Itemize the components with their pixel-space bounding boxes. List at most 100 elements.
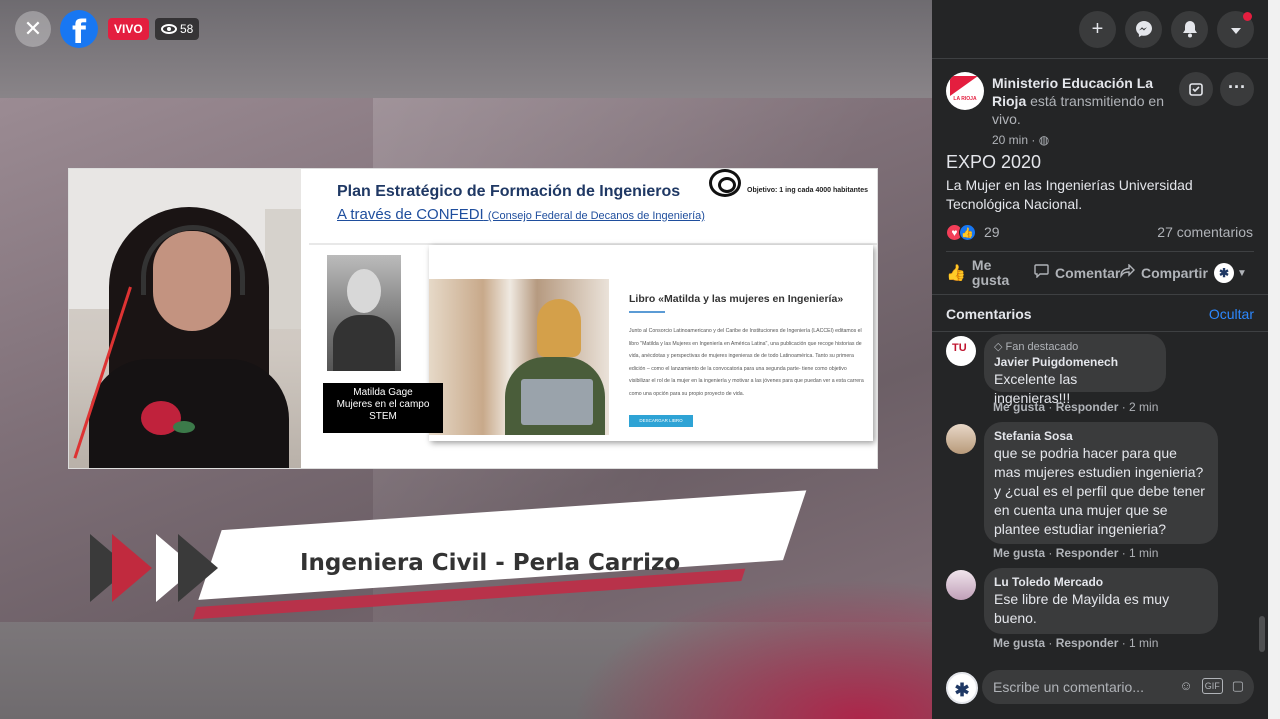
divider	[932, 294, 1268, 295]
audience-selector[interactable]: ✱ ▼	[1214, 256, 1247, 290]
comment-like-link[interactable]: Me gusta	[993, 546, 1045, 560]
plus-icon[interactable]: +	[1079, 11, 1116, 48]
comment-item: Lu Toledo Mercado Ese libre de Mayilda e…	[946, 568, 1246, 658]
like-reaction-icon: 👍	[959, 223, 976, 241]
commenter-avatar[interactable]	[946, 570, 976, 600]
comment-text: Ese libre de Mayilda es muy bueno.	[994, 591, 1170, 626]
bell-icon[interactable]	[1171, 11, 1208, 48]
book-text: Junto al Consorcio Latinoamericano y del…	[629, 328, 864, 397]
student-photo	[429, 279, 609, 435]
comment-reply-link[interactable]: Responder	[1056, 636, 1119, 650]
page-scrollbar[interactable]	[1268, 0, 1280, 719]
lower-third: Ingeniera Civil - Perla Carrizo	[90, 490, 807, 620]
comment-time[interactable]: 2 min	[1129, 400, 1158, 414]
commenter-avatar[interactable]: TU	[946, 336, 976, 366]
caret-down-icon[interactable]	[1217, 11, 1254, 48]
divider	[946, 251, 1254, 252]
close-icon[interactable]: ✕	[15, 11, 51, 47]
sticker-icon[interactable]: ▢	[1232, 678, 1244, 694]
post-actions: 👍 Me gusta Comentar Compartir ✱ ▼	[946, 256, 1254, 292]
live-video-viewer: Plan Estratégico de Formación de Ingenie…	[0, 0, 1280, 719]
comment-like-link[interactable]: Me gusta	[993, 400, 1045, 414]
comment-reply-link[interactable]: Responder	[1056, 546, 1119, 560]
comments-heading: Comentarios	[946, 306, 1032, 322]
comment-bubble: ◇ Fan destacado Javier Puigdomenech Exce…	[984, 334, 1166, 406]
share-label: Compartir	[1141, 265, 1208, 281]
caption-line-1: Matilda Gage	[353, 387, 413, 398]
book-title: Libro «Matilda y las mujeres en Ingenier…	[629, 293, 844, 305]
commenter-avatar[interactable]	[946, 424, 976, 454]
gif-icon[interactable]: GIF	[1201, 678, 1223, 694]
like-button[interactable]: 👍 Me gusta	[946, 256, 1026, 290]
comment-composer: ✱ Escribe un comentario... ☺ GIF ▢	[946, 670, 1254, 706]
post-header: Ministerio Educación La Rioja está trans…	[992, 74, 1172, 128]
user-avatar: ✱	[1214, 263, 1234, 283]
composer-tools: ☺ GIF ▢	[1179, 678, 1244, 694]
reaction-count: 29	[984, 224, 1000, 240]
comment-text: que se podria hacer para que mas mujeres…	[994, 445, 1205, 537]
globe-icon: ◍	[1038, 133, 1050, 147]
share-button[interactable]: Compartir	[1120, 256, 1208, 290]
caret-down-icon: ▼	[1237, 267, 1247, 279]
comment-item: TU ◇ Fan destacado Javier Puigdomenech E…	[946, 334, 1246, 418]
viewer-count: 58	[155, 18, 200, 40]
webcam-feed	[69, 169, 301, 468]
emoji-icon[interactable]: ☺	[1179, 678, 1192, 694]
ellipsis-icon[interactable]: ···	[1220, 72, 1254, 106]
download-book-button: DESCARGAR LIBRO	[629, 415, 693, 427]
comment-icon	[1034, 263, 1049, 283]
comments-scrollbar[interactable]	[1256, 334, 1268, 658]
live-video[interactable]: Plan Estratégico de Formación de Ingenie…	[0, 0, 932, 719]
slide-objective: Objetivo: 1 ing cada 4000 habitantes	[747, 187, 868, 194]
eye-icon	[161, 23, 177, 34]
caption-line-3: STEM	[369, 411, 397, 422]
caption-line-2: Mujeres en el campo	[336, 399, 430, 410]
facebook-logo[interactable]: f	[60, 10, 98, 48]
save-icon[interactable]	[1179, 72, 1213, 106]
thumbs-up-icon: 👍	[946, 264, 966, 282]
chevron-icon	[178, 534, 218, 602]
target-icon	[709, 169, 741, 197]
messenger-icon[interactable]	[1125, 11, 1162, 48]
comment-meta: Me gusta · Responder · 1 min	[993, 636, 1159, 650]
post-description: La Mujer en las Ingenierías Universidad …	[946, 177, 1193, 212]
page-avatar[interactable]: LA RIOJA	[946, 72, 984, 110]
comment-reply-link[interactable]: Responder	[1056, 400, 1119, 414]
comment-author[interactable]: Lu Toledo Mercado	[994, 574, 1206, 590]
post-title: EXPO 2020	[946, 152, 1042, 172]
divider	[932, 58, 1268, 59]
like-label: Me gusta	[971, 257, 1010, 288]
avatar-text: LA RIOJA	[953, 96, 977, 102]
user-avatar[interactable]: ✱	[946, 672, 978, 704]
hide-comments-link[interactable]: Ocultar	[1209, 306, 1254, 322]
comment-count[interactable]: 27 comentarios	[1157, 224, 1253, 240]
diamond-icon: ◇	[994, 341, 1003, 353]
comment-button[interactable]: Comentar	[1034, 256, 1120, 290]
post-time[interactable]: 20 min	[992, 133, 1028, 147]
comment-author[interactable]: Javier Puigdomenech	[994, 354, 1154, 370]
speaker-name: Ingeniera Civil - Perla Carrizo	[300, 550, 681, 576]
comment-author[interactable]: Stefania Sosa	[994, 428, 1206, 444]
slide-title: Plan Estratégico de Formación de Ingenie…	[337, 183, 681, 200]
comments-list: TU ◇ Fan destacado Javier Puigdomenech E…	[932, 332, 1256, 658]
comment-meta: Me gusta · Responder · 2 min	[993, 400, 1159, 414]
fan-badge: ◇ Fan destacado	[994, 341, 1079, 353]
slide-subtitle: A través de CONFEDI (Consejo Federal de …	[337, 206, 705, 223]
live-badge: VIVO	[108, 18, 149, 40]
slide-subtitle-main: A través de CONFEDI	[337, 206, 484, 223]
comment-time[interactable]: 1 min	[1129, 546, 1158, 560]
comment-like-link[interactable]: Me gusta	[993, 636, 1045, 650]
side-panel: + LA RIOJA Ministerio Educación La Rioja…	[932, 0, 1268, 719]
portrait-caption: Matilda Gage Mujeres en el campo STEM	[323, 383, 443, 433]
viewer-count-value: 58	[180, 22, 194, 36]
comment-time[interactable]: 1 min	[1129, 636, 1158, 650]
comment-input[interactable]: Escribe un comentario... ☺ GIF ▢	[982, 670, 1254, 704]
comment-meta: Me gusta · Responder · 1 min	[993, 546, 1159, 560]
comment-item: Stefania Sosa que se podria hacer para q…	[946, 422, 1246, 562]
reactions-summary[interactable]: ♥ 👍 29	[946, 222, 1000, 242]
post-meta: 20 min · ◍	[992, 133, 1050, 147]
comment-bubble: Stefania Sosa que se podria hacer para q…	[984, 422, 1218, 544]
portrait-photo	[327, 255, 401, 371]
comment-input-placeholder: Escribe un comentario...	[993, 679, 1144, 695]
comment-label: Comentar	[1055, 265, 1121, 281]
